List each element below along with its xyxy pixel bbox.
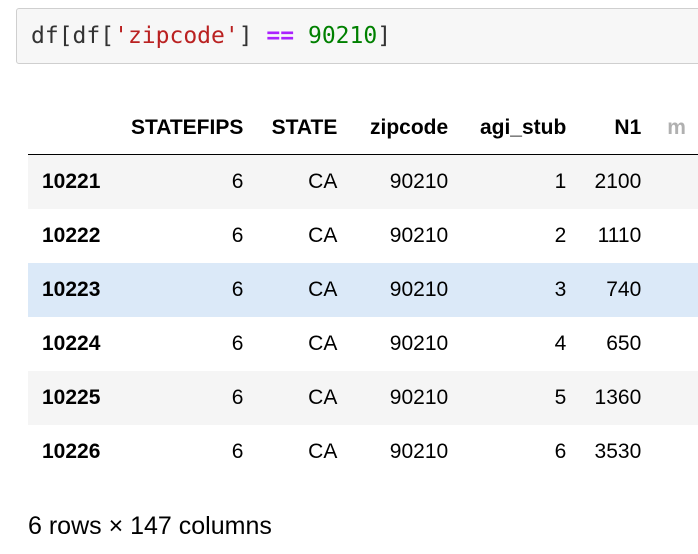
cell-statefips: 6	[231, 331, 244, 355]
table-row: 10226 6 CA 90210 6 3530	[28, 425, 698, 479]
cell-state: CA	[308, 439, 338, 463]
code-token-string: 'zipcode'	[114, 23, 239, 49]
cell-statefips: 6	[231, 385, 244, 409]
code-cell[interactable]: df[df['zipcode'] == 90210]	[16, 8, 698, 64]
dataframe-output: STATEFIPS STATE zipcode agi_stub N1 m 10…	[28, 102, 698, 482]
cell-statefips: 6	[231, 439, 244, 463]
cell-agi-stub: 4	[554, 331, 567, 355]
cell-clipped	[653, 425, 698, 479]
cell-state: CA	[308, 277, 338, 301]
column-header-n1: N1	[578, 102, 654, 155]
cell-zipcode: 90210	[389, 169, 449, 193]
cell-clipped	[653, 209, 698, 263]
cell-zipcode: 90210	[389, 385, 449, 409]
cell-statefips: 6	[231, 169, 244, 193]
table-row: 10225 6 CA 90210 5 1360	[28, 370, 698, 425]
cell-clipped	[653, 317, 698, 371]
cell-clipped	[653, 155, 698, 209]
column-header-agi-stub: agi_stub	[460, 102, 579, 155]
row-index: 10222	[42, 223, 101, 247]
cell-n1: 1110	[597, 223, 642, 247]
cell-agi-stub: 1	[554, 169, 567, 193]
cell-zipcode: 90210	[389, 223, 449, 247]
cell-n1: 2100	[594, 169, 642, 193]
cell-statefips: 6	[231, 277, 244, 301]
row-index: 10226	[42, 439, 101, 463]
row-index: 10223	[42, 277, 101, 301]
cell-state: CA	[308, 223, 338, 247]
code-token-operator: ==	[266, 23, 295, 49]
code-token-number: 90210	[307, 23, 378, 49]
column-header-state: STATE	[255, 102, 350, 155]
table-row: 10224 6 CA 90210 4 650	[28, 317, 698, 371]
cell-statefips: 6	[231, 223, 244, 247]
cell-n1: 740	[606, 277, 642, 301]
row-index: 10221	[42, 169, 101, 193]
cell-state: CA	[308, 331, 338, 355]
cell-zipcode: 90210	[389, 331, 449, 355]
row-index: 10225	[42, 385, 101, 409]
code-token-suffix: ]	[377, 23, 392, 49]
table-row-hovered: 10223 6 CA 90210 3 740	[28, 262, 698, 317]
code-token-mid: ]	[238, 23, 267, 49]
cell-clipped	[653, 371, 698, 425]
cell-state: CA	[308, 385, 338, 409]
cell-zipcode: 90210	[389, 277, 449, 301]
cell-state: CA	[308, 169, 338, 193]
column-header-zipcode: zipcode	[349, 102, 461, 155]
row-index: 10224	[42, 331, 101, 355]
code-token-prefix: df[df[	[31, 23, 115, 49]
cell-n1: 3530	[594, 439, 642, 463]
cell-n1: 1360	[594, 385, 642, 409]
column-header-clipped: m	[653, 102, 698, 155]
cell-agi-stub: 3	[554, 277, 567, 301]
cell-agi-stub: 5	[554, 385, 567, 409]
cell-agi-stub: 2	[554, 223, 567, 247]
column-header-index	[28, 102, 117, 155]
table-header-row: STATEFIPS STATE zipcode agi_stub N1 m	[28, 102, 698, 155]
cell-n1: 650	[606, 331, 642, 355]
table-row: 10222 6 CA 90210 2 1110	[28, 209, 698, 263]
table-row: 10221 6 CA 90210 1 2100	[28, 154, 698, 209]
dataframe-table: STATEFIPS STATE zipcode agi_stub N1 m 10…	[28, 102, 698, 479]
column-header-statefips: STATEFIPS	[116, 102, 256, 155]
cell-agi-stub: 6	[554, 439, 567, 463]
code-line[interactable]: df[df['zipcode'] == 90210]	[31, 22, 391, 50]
cell-zipcode: 90210	[389, 439, 449, 463]
cell-clipped	[653, 263, 698, 317]
dataframe-shape-summary: 6 rows × 147 columns	[28, 512, 272, 540]
